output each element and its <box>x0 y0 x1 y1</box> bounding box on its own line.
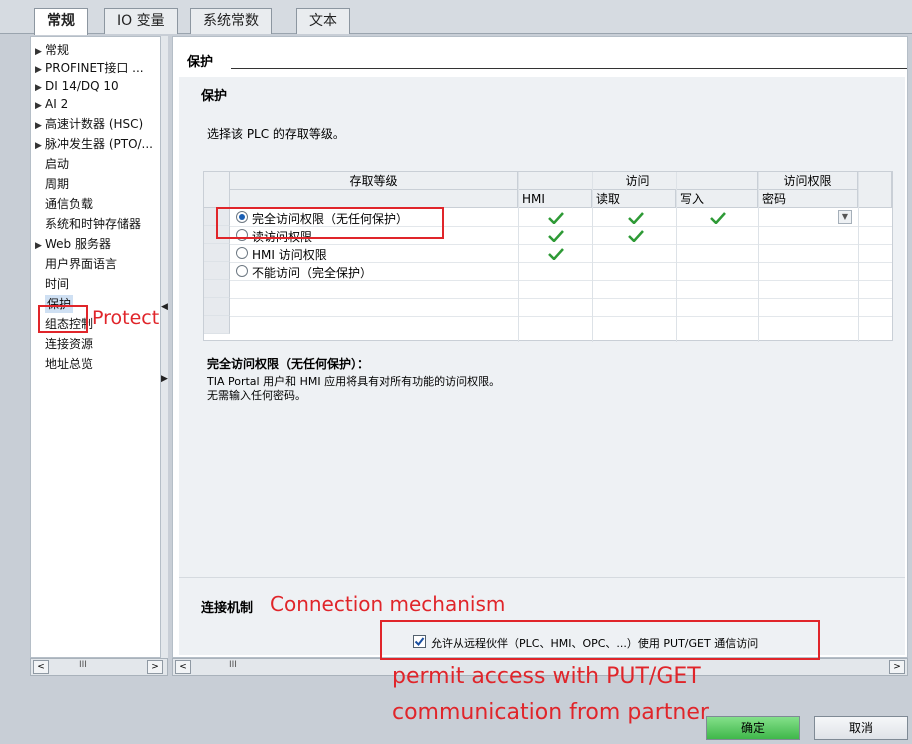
nav-item-time[interactable]: 时间 <box>45 275 69 293</box>
check-icon <box>628 230 644 242</box>
expand-arrow-icon[interactable]: ▶ <box>35 97 45 115</box>
annotation-box-put-get <box>380 620 820 660</box>
col-access-level-sub <box>230 190 518 208</box>
password-dropdown-icon[interactable]: ▼ <box>838 210 852 224</box>
col-write: 写入 <box>676 190 758 208</box>
tab-io-tags[interactable]: IO 变量 <box>104 8 178 34</box>
page-title: 保护 <box>187 55 214 70</box>
option-hmi-access[interactable]: HMI 访问权限 <box>252 246 327 263</box>
scroll-thumb[interactable]: III <box>79 660 87 670</box>
row-selector[interactable] <box>204 316 230 334</box>
properties-nav-tree: ▶ 常规 ▶ PROFINET接口 ... ▶ DI 14/DQ 10 ▶ AI 2 ▶… <box>30 36 168 658</box>
radio-no-access[interactable] <box>236 265 248 277</box>
col-read: 读取 <box>592 190 676 208</box>
collapse-left-icon[interactable]: ◀ <box>161 302 168 312</box>
nav-horizontal-scrollbar[interactable]: < III > <box>30 658 168 676</box>
nav-item-ai[interactable]: ▶ AI 2 <box>35 95 68 113</box>
nav-item-pto[interactable]: ▶ 脉冲发生器 (PTO/... <box>35 135 153 153</box>
description-line-2: 无需输入任何密码。 <box>207 389 306 402</box>
nav-item-connection-resources[interactable]: 连接资源 <box>45 335 93 353</box>
panel-splitter[interactable] <box>160 36 168 676</box>
scroll-right-icon[interactable]: > <box>889 660 905 674</box>
nav-item-cycle[interactable]: 周期 <box>45 175 69 193</box>
option-no-access[interactable]: 不能访问（完全保护） <box>252 264 372 281</box>
check-icon <box>548 212 564 224</box>
expand-arrow-icon[interactable]: ▶ <box>35 117 45 135</box>
check-icon <box>710 212 726 224</box>
nav-item-address-overview[interactable]: 地址总览 <box>45 355 93 373</box>
scroll-left-icon[interactable]: < <box>33 660 49 674</box>
nav-item-profinet[interactable]: ▶ PROFINET接口 ... <box>35 59 144 77</box>
cancel-button[interactable]: 取消 <box>814 716 908 740</box>
row-selector[interactable] <box>204 280 230 298</box>
annotation-connection-mechanism: Connection mechanism <box>270 592 506 616</box>
annotation-permit-line-2: communication from partner <box>392 700 709 725</box>
col-extra <box>858 172 892 208</box>
title-divider <box>231 68 907 69</box>
nav-item-general[interactable]: ▶ 常规 <box>35 41 69 59</box>
expand-arrow-icon[interactable]: ▶ <box>35 237 45 255</box>
annotation-box-protect <box>38 305 88 333</box>
col-hmi: HMI <box>518 190 592 208</box>
col-divider <box>676 172 677 342</box>
col-password: 密码 <box>758 190 858 208</box>
connection-mechanism-title: 连接机制 <box>201 601 254 616</box>
tab-texts[interactable]: 文本 <box>296 8 350 34</box>
nav-item-ui-language[interactable]: 用户界面语言 <box>45 255 117 273</box>
check-icon <box>548 248 564 260</box>
expand-right-icon[interactable]: ▶ <box>161 374 168 384</box>
expand-arrow-icon[interactable]: ▶ <box>35 137 45 155</box>
ok-button[interactable]: 确定 <box>706 716 800 740</box>
scroll-thumb[interactable]: III <box>229 660 237 670</box>
protection-panel: 保护 保护 选择该 PLC 的存取等级。 存取等级 访问 访问权限 HMI 读取… <box>172 36 908 658</box>
col-divider <box>592 172 593 342</box>
col-access-level: 存取等级 <box>230 172 518 190</box>
col-access-rights: 访问权限 <box>758 172 858 190</box>
access-level-table: 存取等级 访问 访问权限 HMI 读取 写入 密码 完全访问权限（无任何保护） <box>203 171 893 342</box>
col-divider <box>858 172 859 342</box>
check-icon <box>548 230 564 242</box>
intro-text: 选择该 PLC 的存取等级。 <box>207 127 345 141</box>
check-icon <box>628 212 644 224</box>
col-access: 访问 <box>518 172 758 190</box>
radio-hmi-access[interactable] <box>236 247 248 259</box>
scroll-left-icon[interactable]: < <box>175 660 191 674</box>
row-selector[interactable] <box>204 298 230 316</box>
row-divider <box>230 244 892 245</box>
row-divider <box>230 298 892 299</box>
section-title: 保护 <box>201 89 228 104</box>
nav-item-comm-load[interactable]: 通信负载 <box>45 195 93 213</box>
row-divider <box>230 316 892 317</box>
row-selector[interactable] <box>204 262 230 280</box>
tab-system-constants[interactable]: 系统常数 <box>190 8 272 34</box>
nav-item-di-dq[interactable]: ▶ DI 14/DQ 10 <box>35 77 119 95</box>
annotation-box-full-access <box>216 207 444 239</box>
section-divider <box>179 577 905 578</box>
nav-item-web-server[interactable]: ▶ Web 服务器 <box>35 235 111 253</box>
annotation-protect: Protect <box>92 307 160 329</box>
nav-item-hsc[interactable]: ▶ 高速计数器 (HSC) <box>35 115 143 133</box>
scroll-right-icon[interactable]: > <box>147 660 163 674</box>
nav-item-clock-memory[interactable]: 系统和时钟存储器 <box>45 215 141 233</box>
col-divider <box>518 172 519 342</box>
row-divider <box>230 262 892 263</box>
tab-strip: 常规 IO 变量 系统常数 文本 <box>0 0 912 35</box>
row-selector[interactable] <box>204 244 230 262</box>
col-divider <box>758 172 759 342</box>
annotation-permit-line-1: permit access with PUT/GET <box>392 664 701 689</box>
table-corner <box>204 172 230 208</box>
tab-general[interactable]: 常规 <box>34 8 88 35</box>
description-title: 完全访问权限（无任何保护）： <box>207 357 370 371</box>
nav-item-startup[interactable]: 启动 <box>45 155 69 173</box>
